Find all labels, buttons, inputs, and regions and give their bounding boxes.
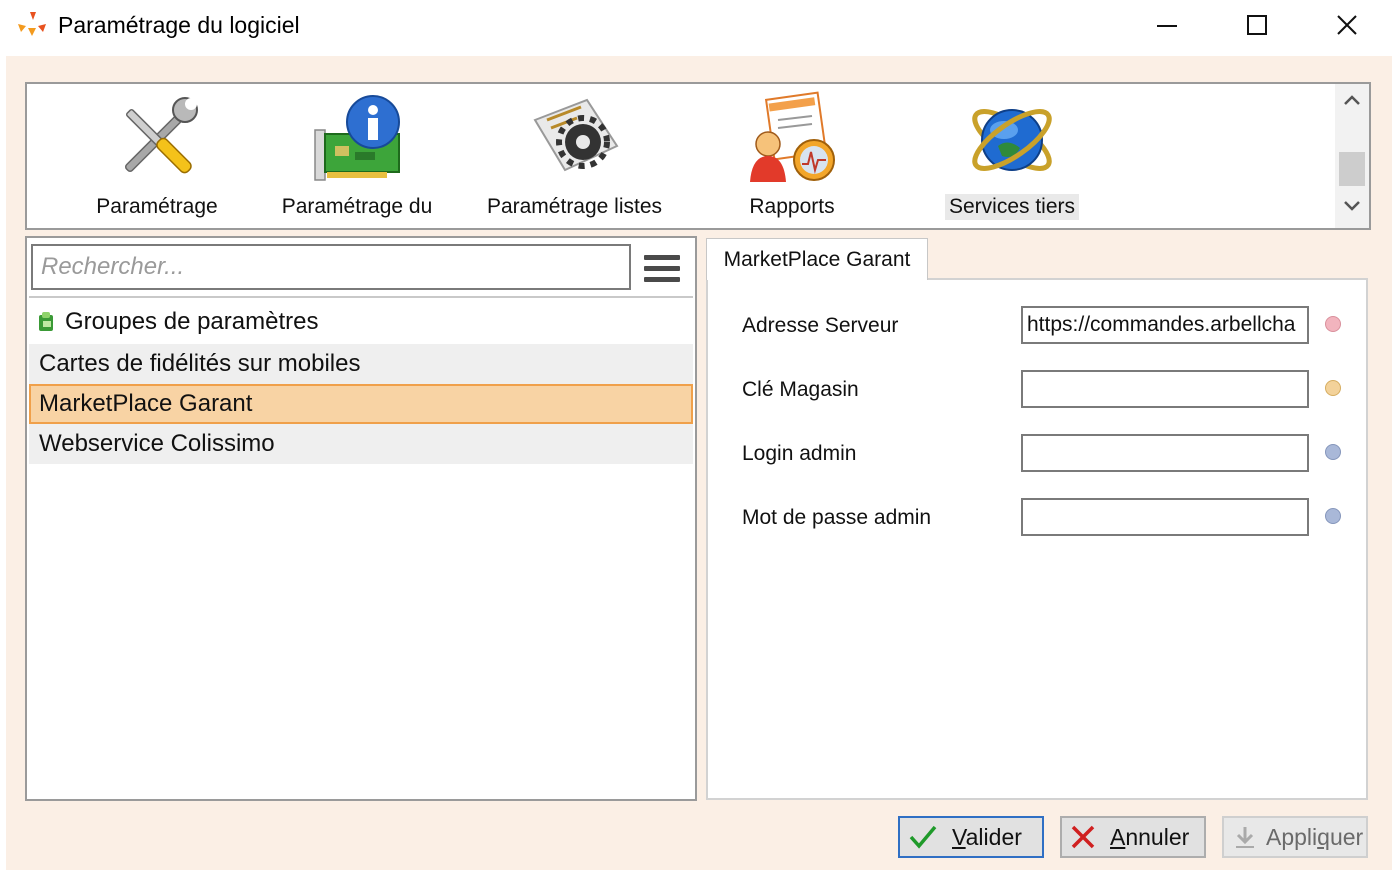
parameter-groups-panel: Groupes de paramètres Cartes de fidélité…: [25, 236, 697, 801]
minimize-icon: [1157, 25, 1177, 27]
validate-label: Valider: [952, 823, 1022, 850]
list-item-label: MarketPlace Garant: [39, 390, 253, 417]
list-item-webservice-colissimo[interactable]: Webservice Colissimo: [29, 424, 693, 464]
list-item-label: Webservice Colissimo: [39, 430, 275, 457]
scrollbar-thumb[interactable]: [1339, 152, 1365, 186]
status-dot-icon: [1325, 508, 1341, 524]
field-label: Login admin: [742, 442, 857, 465]
field-row-login-admin: Login admin: [708, 432, 1368, 476]
hamburger-menu-button[interactable]: [639, 248, 685, 288]
cle-magasin-field[interactable]: [1021, 370, 1309, 408]
globe-services-icon: [972, 109, 1052, 171]
parameter-groups-list: Groupes de paramètres Cartes de fidélité…: [29, 300, 693, 464]
field-label: Adresse Serveur: [742, 314, 899, 337]
toolbar-item-parametrage[interactable]: Paramétrage: [72, 90, 242, 226]
tab-label: MarketPlace Garant: [723, 247, 911, 271]
group-header[interactable]: Groupes de paramètres: [29, 300, 693, 344]
toolbar-item-label: Paramétrage: [96, 195, 218, 218]
status-dot-icon: [1325, 444, 1341, 460]
toolbar-item-parametrage-du[interactable]: Paramétrage du: [272, 90, 442, 226]
field-label: Mot de passe admin: [742, 506, 932, 529]
apply-label: Appliquer: [1266, 823, 1364, 850]
field-row-adresse-serveur: Adresse Serveur: [708, 304, 1368, 348]
list-settings-icon: [533, 98, 618, 172]
group-header-label: Groupes de paramètres: [65, 308, 319, 335]
list-item-cartes-fidelites[interactable]: Cartes de fidélités sur mobiles: [29, 344, 693, 384]
field-row-cle-magasin: Clé Magasin: [708, 368, 1368, 412]
menu-line: [644, 254, 680, 260]
toolbar-item-label: Services tiers: [944, 194, 1080, 220]
divider: [29, 296, 693, 298]
list-item-marketplace-garant[interactable]: MarketPlace Garant: [29, 384, 693, 424]
toolbar-item-label: Paramétrage listes: [486, 195, 663, 218]
close-button[interactable]: [1302, 0, 1392, 50]
list-item-label: Cartes de fidélités sur mobiles: [39, 350, 361, 377]
chevron-down-icon[interactable]: [1342, 198, 1362, 214]
app-logo-icon: [18, 12, 46, 36]
menu-line: [644, 265, 680, 271]
checkmark-icon: [909, 825, 937, 849]
reports-icon: [750, 91, 835, 182]
title-bar: Paramétrage du logiciel: [0, 0, 1395, 56]
maximize-icon: [1247, 15, 1267, 35]
window-title: Paramétrage du logiciel: [58, 12, 300, 38]
tools-icon: [124, 97, 198, 174]
search-box: [31, 244, 631, 290]
field-label: Clé Magasin: [742, 378, 859, 401]
category-toolbar: Paramétrage Paramétrage du Paramétrage l…: [25, 82, 1371, 230]
validate-button[interactable]: Valider: [898, 816, 1044, 858]
status-dot-icon: [1325, 380, 1341, 396]
adresse-serveur-field[interactable]: [1021, 306, 1309, 344]
settings-form-panel: Adresse Serveur Clé Magasin Login admin …: [706, 278, 1368, 800]
toolbar-scrollbar[interactable]: [1335, 84, 1369, 228]
group-folder-icon: [39, 312, 53, 331]
cancel-button[interactable]: Annuler: [1060, 816, 1206, 858]
cancel-label: Annuler: [1110, 823, 1190, 850]
toolbar-item-label: Paramétrage du: [281, 195, 433, 218]
status-dot-icon: [1325, 316, 1341, 332]
mot-de-passe-admin-field[interactable]: [1021, 498, 1309, 536]
close-icon: [1071, 825, 1095, 849]
login-admin-field[interactable]: [1021, 434, 1309, 472]
toolbar-item-parametrage-listes[interactable]: Paramétrage listes: [482, 90, 667, 226]
toolbar-item-services-tiers[interactable]: Services tiers: [927, 90, 1097, 226]
search-input[interactable]: [33, 246, 629, 288]
minimize-button[interactable]: [1122, 0, 1212, 50]
download-arrow-icon: [1236, 827, 1254, 848]
toolbar-item-label: Rapports: [749, 195, 835, 218]
toolbar-item-rapports[interactable]: Rapports: [707, 90, 877, 226]
chevron-up-icon[interactable]: [1342, 92, 1362, 108]
apply-button[interactable]: Appliquer: [1222, 816, 1368, 858]
hardware-info-icon: [314, 95, 400, 181]
close-icon: [1337, 15, 1357, 35]
field-row-mot-de-passe-admin: Mot de passe admin: [708, 496, 1368, 540]
tab-marketplace-garant[interactable]: MarketPlace Garant: [706, 238, 928, 280]
maximize-button[interactable]: [1212, 0, 1302, 50]
menu-line: [644, 276, 680, 282]
